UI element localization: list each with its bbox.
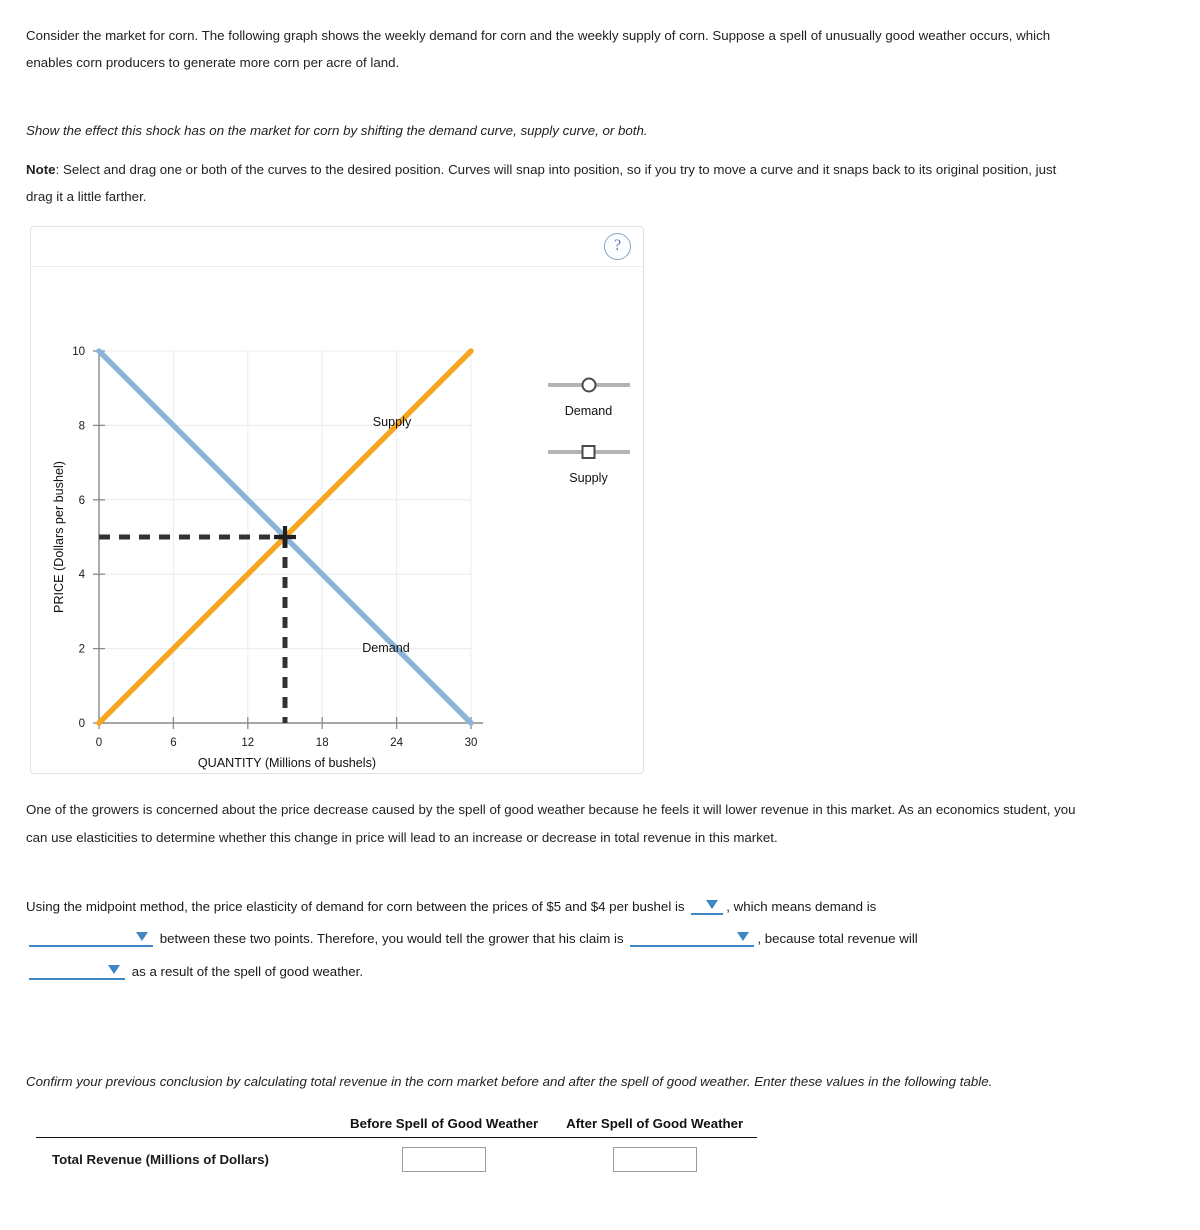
elasticity-question-block: Using the midpoint method, the price ela… (26, 891, 1096, 989)
y-tick-2: 2 (79, 644, 85, 656)
chevron-down-icon (136, 932, 148, 942)
legend-row-demand[interactable] (536, 375, 641, 398)
x-axis-tick-labels: 0 6 12 18 24 30 (96, 737, 478, 749)
x-axis-title: QUANTITY (Millions of bushels) (198, 756, 376, 770)
y-axis-title: PRICE (Dollars per bushel) (52, 461, 66, 613)
y-tick-4: 4 (79, 569, 86, 581)
table-header-after: After Spell of Good Weather (552, 1115, 758, 1138)
x-tick-24: 24 (390, 737, 403, 749)
supply-legend-slider-icon[interactable] (544, 442, 634, 462)
graph-panel-body: 10 8 6 4 2 0 0 6 12 18 24 30 QUANTITY (M… (31, 267, 643, 773)
worksheet-page: Consider the market for corn. The follow… (0, 0, 1200, 1176)
y-tick-8: 8 (79, 421, 85, 433)
demand-legend-slider-icon[interactable] (544, 375, 634, 395)
chart-legend: Demand Supply (536, 375, 641, 509)
note-paragraph: Note: Select and drag one or both of the… (26, 156, 1086, 211)
elasticity-seg-4: , because total revenue will (757, 931, 918, 947)
elasticity-seg-1: Using the midpoint method, the price ela… (26, 898, 685, 914)
y-tick-0: 0 (79, 718, 85, 730)
demand-elasticity-type-dropdown[interactable] (29, 928, 153, 948)
legend-row-supply[interactable] (536, 442, 641, 465)
y-tick-6: 6 (79, 495, 85, 507)
cell-before-value (336, 1137, 552, 1176)
table-body: Total Revenue (Millions of Dollars) (36, 1137, 757, 1176)
y-tick-10: 10 (72, 346, 85, 358)
cell-after-value (552, 1137, 757, 1176)
graph-panel: ? 10 8 6 4 2 0 0 6 12 18 24 30 QUANTITY … (30, 226, 644, 775)
x-tick-12: 12 (241, 737, 254, 749)
x-tick-30: 30 (465, 737, 478, 749)
demand-curve-label: Demand (362, 641, 410, 655)
chevron-down-icon (737, 932, 750, 942)
elasticity-seg-2: , which means demand is (726, 898, 877, 914)
supply-curve-label: Supply (373, 415, 412, 429)
chevron-down-icon (108, 964, 120, 974)
note-label: Note (26, 161, 56, 177)
x-tick-0: 0 (96, 737, 102, 749)
y-axis-tick-labels: 10 8 6 4 2 0 (72, 346, 85, 730)
revenue-direction-dropdown[interactable] (29, 961, 125, 980)
elasticity-seg-3: between these two points. Therefore, you… (159, 931, 624, 947)
table-head: Before Spell of Good Weather After Spell… (36, 1115, 758, 1138)
table-row: Total Revenue (Millions of Dollars) (36, 1137, 757, 1176)
instruction-text: Show the effect this shock has on the ma… (26, 122, 648, 138)
help-icon[interactable]: ? (604, 233, 631, 261)
x-tick-18: 18 (316, 737, 329, 749)
chevron-down-icon (706, 899, 719, 909)
note-body: : Select and drag one or both of the cur… (26, 161, 1057, 204)
table-header-blank (36, 1115, 336, 1138)
table-header-before: Before Spell of Good Weather (336, 1115, 553, 1138)
total-revenue-after-input[interactable] (612, 1146, 697, 1172)
legend-label-demand: Demand (564, 404, 613, 419)
row-label-total-revenue: Total Revenue (Millions of Dollars) (52, 1151, 269, 1167)
intro-paragraph: Consider the market for corn. The follow… (26, 28, 1051, 71)
total-revenue-table: Before Spell of Good Weather After Spell… (36, 1115, 758, 1176)
claim-correctness-dropdown[interactable] (630, 928, 755, 948)
total-revenue-before-input[interactable] (402, 1146, 487, 1172)
revenue-concern-paragraph: One of the growers is concerned about th… (26, 802, 1076, 845)
elasticity-value-dropdown[interactable] (691, 896, 724, 915)
x-tick-6: 6 (170, 737, 176, 749)
legend-label-supply: Supply (569, 471, 608, 486)
graph-panel-header: ? (31, 227, 643, 268)
confirm-paragraph: Confirm your previous conclusion by calc… (26, 1074, 993, 1090)
elasticity-seg-5: as a result of the spell of good weather… (131, 963, 364, 979)
supply-demand-chart[interactable]: 10 8 6 4 2 0 0 6 12 18 24 30 QUANTITY (M… (31, 267, 643, 773)
table-header-row: Before Spell of Good Weather After Spell… (36, 1115, 758, 1138)
